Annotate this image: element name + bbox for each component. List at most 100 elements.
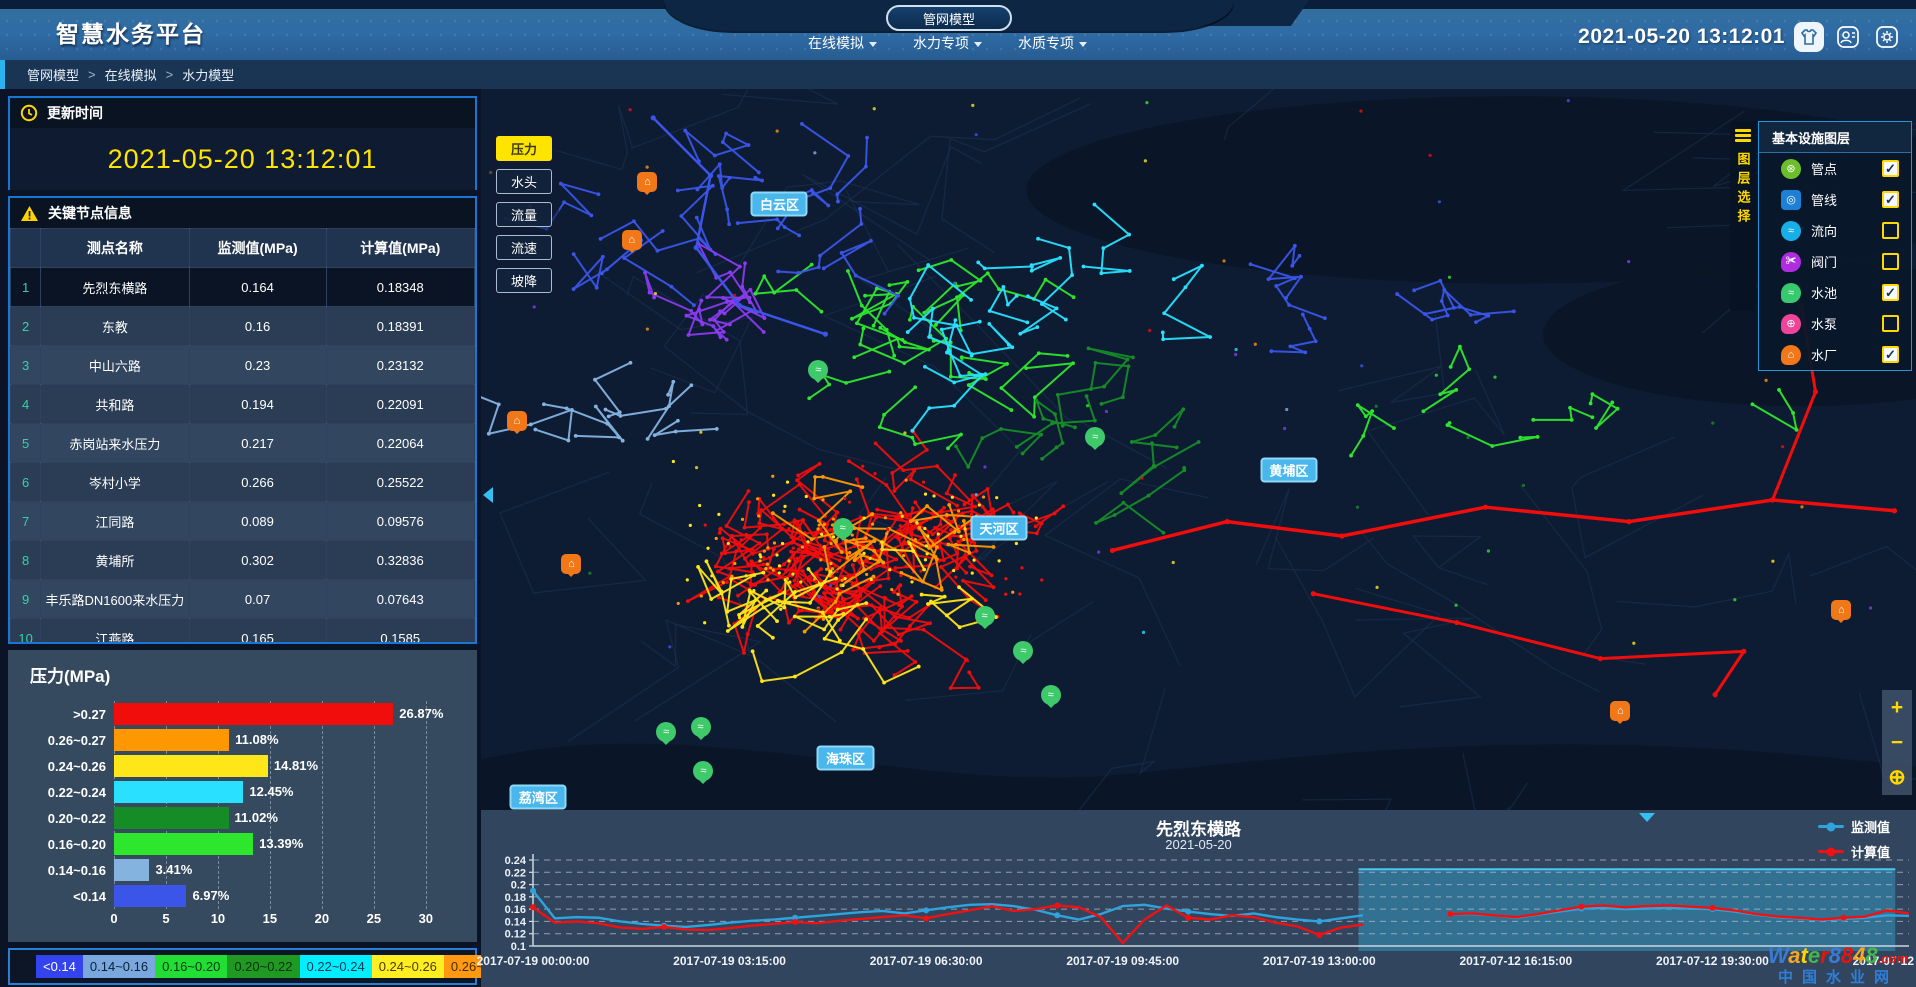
pool-pin[interactable]: ≈	[975, 606, 995, 626]
bar-category-label: 0.20~0.22	[18, 811, 114, 826]
pool-pin[interactable]: ≈	[1085, 427, 1105, 447]
bar-value-label: 3.41%	[155, 862, 192, 877]
mode-button-水头[interactable]: 水头	[496, 169, 552, 194]
table-cell: 江燕路	[41, 619, 189, 645]
x-tick-label: 2017-07-12 16:15:00	[1459, 954, 1572, 968]
pool-pin[interactable]: ≈	[693, 761, 713, 781]
bar-row: 0.20~0.2211.02%	[18, 805, 467, 831]
layer-item-管线[interactable]: ◎管线✓	[1759, 184, 1911, 215]
layer-checkbox[interactable]: ✓	[1882, 191, 1899, 208]
nav-item-水力专项[interactable]: 水力专项	[913, 33, 982, 53]
map-zoom-controls: +−⊕	[1882, 690, 1912, 795]
water-plant-pin[interactable]: ⌂	[1610, 701, 1630, 721]
app-title: 智慧水务平台	[56, 15, 206, 49]
table-cell: 0.302	[189, 541, 326, 580]
table-cell: 共和路	[41, 385, 189, 424]
table-row[interactable]: 8黄埔所0.3020.32836	[11, 541, 475, 580]
x-tick-label: 2017-07-19 06:30:00	[870, 954, 983, 968]
mode-button-坡降[interactable]: 坡降	[496, 268, 552, 293]
layer-item-水池[interactable]: ≈水池✓	[1759, 277, 1911, 308]
table-cell: 8	[11, 541, 41, 580]
header-right: 2021-05-20 13:12:01	[1578, 22, 1902, 52]
mode-button-流速[interactable]: 流速	[496, 235, 552, 260]
zoom-out-button[interactable]: −	[1882, 725, 1912, 760]
table-row[interactable]: 4共和路0.1940.22091	[11, 385, 475, 424]
water-plant-pin[interactable]: ⌂	[637, 172, 657, 192]
bar-category-label: 0.16~0.20	[18, 837, 114, 852]
bar-track: 11.08%	[114, 729, 457, 751]
collapse-left-panel-handle[interactable]	[483, 487, 493, 503]
table-row[interactable]: 3中山六路0.230.23132	[11, 346, 475, 385]
nav-item-水质专项[interactable]: 水质专项	[1018, 33, 1087, 53]
table-row[interactable]: 10江燕路0.1650.1585	[11, 619, 475, 645]
mode-button-流量[interactable]: 流量	[496, 202, 552, 227]
layer-item-管点[interactable]: ⊛管点✓	[1759, 153, 1911, 184]
table-cell: 0.22091	[326, 385, 475, 424]
table-cell: 0.16	[189, 307, 326, 346]
table-row[interactable]: 6岑村小学0.2660.25522	[11, 463, 475, 502]
legend-item-计算值[interactable]: 计算值	[1818, 842, 1890, 861]
layer-checkbox[interactable]: ✓	[1882, 284, 1899, 301]
pool-pin[interactable]: ≈	[1013, 641, 1033, 661]
pool-pin[interactable]: ≈	[1041, 685, 1061, 705]
user-card-icon[interactable]	[1833, 22, 1863, 52]
nav-item-在线模拟[interactable]: 在线模拟	[808, 33, 877, 53]
bar-value-label: 14.81%	[274, 758, 318, 773]
table-cell: 0.07	[189, 580, 326, 619]
axis-tick-label: 0	[110, 911, 117, 926]
layer-checkbox[interactable]	[1882, 253, 1899, 270]
layer-item-流向[interactable]: ≈流向	[1759, 215, 1911, 246]
layer-item-水厂[interactable]: ⌂水厂✓	[1759, 339, 1911, 370]
collapse-bottom-panel-handle[interactable]	[1639, 813, 1655, 822]
theme-shirt-icon[interactable]	[1794, 22, 1824, 52]
key-nodes-table: 测点名称监测值(MPa)计算值(MPa)1先烈东横路0.1640.183482东…	[10, 228, 475, 644]
table-row[interactable]: 2东教0.160.18391	[11, 307, 475, 346]
locate-button[interactable]: ⊕	[1882, 760, 1912, 795]
pool-pin[interactable]: ≈	[691, 717, 711, 737]
bar	[114, 859, 149, 881]
layer-checkbox[interactable]	[1882, 315, 1899, 332]
water-plant-pin[interactable]: ⌂	[507, 411, 527, 431]
breadcrumb-item[interactable]: 管网模型	[27, 65, 79, 84]
water-plant-pin[interactable]: ⌂	[1831, 600, 1851, 620]
pipe-point-icon: ⊛	[1781, 159, 1801, 179]
layer-item-label: 阀门	[1811, 252, 1882, 271]
pool-pin[interactable]: ≈	[833, 518, 853, 538]
pool-pin[interactable]: ≈	[808, 360, 828, 380]
layer-select-label: 图层选择	[1734, 152, 1753, 228]
pool-pin[interactable]: ≈	[656, 722, 676, 742]
table-cell: 0.07643	[326, 580, 475, 619]
district-label-荔湾区: 荔湾区	[510, 785, 567, 810]
layer-checkbox[interactable]: ✓	[1882, 346, 1899, 363]
water-plant-pin[interactable]: ⌂	[561, 554, 581, 574]
water-plant-pin[interactable]: ⌂	[622, 230, 642, 250]
breadcrumb-item[interactable]: 在线模拟	[105, 65, 157, 84]
bar-value-label: 12.45%	[249, 784, 293, 799]
layer-checkbox[interactable]: ✓	[1882, 160, 1899, 177]
table-row[interactable]: 7江同路0.0890.09576	[11, 502, 475, 541]
table-cell: 丰乐路DN1600来水压力	[41, 580, 189, 619]
bar-value-label: 26.87%	[399, 706, 443, 721]
update-time-value: 2021-05-20 13:12:01	[108, 144, 378, 175]
legend-swatch: <0.14	[36, 955, 83, 978]
tab-pipe-network-model[interactable]: 管网模型	[886, 5, 1012, 31]
table-row[interactable]: 5赤岗站来水压力0.2170.22064	[11, 424, 475, 463]
breadcrumb-item[interactable]: 水力模型	[182, 65, 234, 84]
settings-gear-icon[interactable]	[1872, 22, 1902, 52]
layer-item-水泵[interactable]: ⊕水泵	[1759, 308, 1911, 339]
pipe-network-map[interactable]: ⌂⌂⌂⌂⌂⌂≈≈≈≈≈≈≈≈≈白云区黄埔区天河区海珠区荔湾区 压力水头流量流速坡…	[481, 89, 1916, 810]
layer-select-tab[interactable]: 图层选择	[1730, 121, 1756, 311]
zoom-in-button[interactable]: +	[1882, 690, 1912, 725]
layer-checkbox[interactable]	[1882, 222, 1899, 239]
layer-item-阀门[interactable]: ✀阀门	[1759, 246, 1911, 277]
table-cell: 0.266	[189, 463, 326, 502]
layer-item-label: 水厂	[1811, 345, 1882, 364]
hamburger-icon	[1735, 129, 1751, 142]
watermark-char: W	[1768, 943, 1788, 968]
mode-button-压力[interactable]: 压力	[496, 136, 552, 161]
table-row[interactable]: 9丰乐路DN1600来水压力0.070.07643	[11, 580, 475, 619]
chevron-down-icon	[869, 42, 877, 47]
table-row[interactable]: 1先烈东横路0.1640.18348	[11, 268, 475, 307]
legend-item-监测值[interactable]: 监测值	[1818, 817, 1890, 836]
table-cell: 6	[11, 463, 41, 502]
